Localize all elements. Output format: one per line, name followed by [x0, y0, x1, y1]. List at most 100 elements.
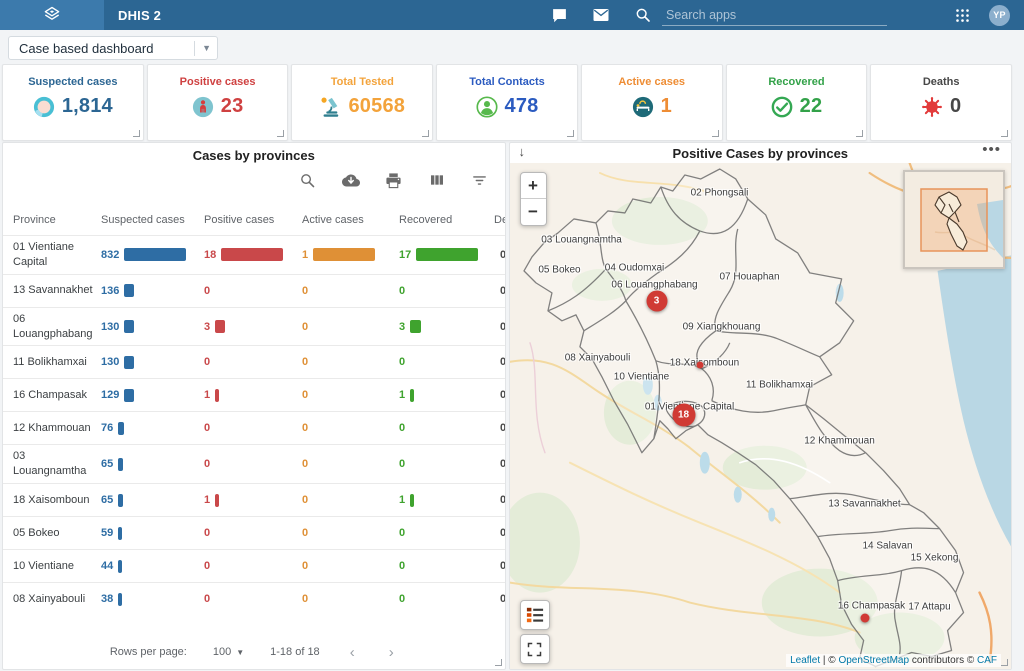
overview-minimap[interactable]	[903, 170, 1005, 269]
stat-card-total-contacts[interactable]: Total Contacts478	[436, 64, 578, 141]
download-icon[interactable]	[342, 171, 360, 189]
resize-handle[interactable]	[277, 130, 284, 137]
apps-grid-icon[interactable]	[949, 2, 975, 28]
messages-icon[interactable]	[546, 2, 572, 28]
resize-handle[interactable]	[495, 659, 502, 666]
case-cluster-marker[interactable]	[696, 362, 703, 369]
recovered-cell: 0	[399, 527, 494, 539]
column-header-deaths[interactable]: Deaths	[494, 214, 505, 226]
suspected-bar	[124, 284, 134, 297]
suspected-bar	[118, 527, 122, 540]
cases-table: ProvinceSuspected casesPositive casesAct…	[3, 203, 505, 634]
positive-bar	[215, 494, 219, 507]
next-page-button[interactable]: ›	[385, 644, 398, 661]
resize-handle[interactable]	[856, 130, 863, 137]
stat-card-positive-cases[interactable]: Positive cases23	[147, 64, 289, 141]
suspected-cell: 130	[101, 356, 204, 369]
cases-table-panel: Cases by provinces ProvinceSuspected cas…	[2, 142, 506, 670]
stat-card-deaths[interactable]: Deaths0	[870, 64, 1012, 141]
zoom-out-button[interactable]: −	[521, 199, 546, 225]
caf-link[interactable]: CAF	[977, 655, 997, 666]
column-header-active-cases[interactable]: Active cases	[302, 214, 399, 226]
stat-card-title: Suspected cases	[3, 76, 143, 88]
case-cluster-marker[interactable]	[860, 614, 869, 623]
case-cluster-marker[interactable]: 18	[672, 404, 695, 427]
map-label-04-oudomxai: 04 Oudomxai	[605, 263, 664, 274]
leaflet-link[interactable]: Leaflet	[790, 655, 820, 666]
fullscreen-button[interactable]	[520, 634, 550, 664]
search-input[interactable]	[662, 6, 887, 24]
legend-button[interactable]	[520, 600, 550, 630]
rows-per-page-select[interactable]: 100 ▼	[213, 646, 244, 658]
print-icon[interactable]	[385, 171, 403, 189]
column-header-suspected-cases[interactable]: Suspected cases	[101, 214, 204, 226]
columns-icon[interactable]	[428, 171, 446, 189]
suspected-bar	[118, 560, 122, 573]
dashboard-selector[interactable]: Case based dashboard ▼	[8, 36, 218, 60]
stat-card-recovered[interactable]: Recovered22	[726, 64, 868, 141]
suspected-cell: 76	[101, 422, 204, 435]
caret-down-icon: ▼	[236, 648, 244, 657]
positive-bar	[215, 320, 225, 333]
stat-card-value: 0	[950, 95, 961, 118]
stat-card-total-tested[interactable]: Total Tested60568	[291, 64, 433, 141]
recovered-cell: 0	[399, 458, 494, 470]
province-cell: 01 Vientiane Capital	[13, 240, 101, 270]
chevron-down-icon: ▼	[202, 43, 211, 53]
resize-handle[interactable]	[133, 130, 140, 137]
map-label-11-bolikhamxai: 11 Bolikhamxai	[746, 380, 813, 391]
active-cell: 0	[302, 560, 399, 572]
stat-cards-row: Suspected cases1,814Positive cases23Tota…	[2, 64, 1012, 141]
map-label-12-khammouan: 12 Khammouan	[804, 436, 875, 447]
prev-page-button[interactable]: ‹	[346, 644, 359, 661]
deaths-cell: 0	[494, 389, 505, 401]
download-arrow-icon[interactable]: ↓	[519, 144, 526, 159]
mail-icon[interactable]	[588, 2, 614, 28]
table-search-icon[interactable]	[299, 171, 317, 189]
search-apps-field	[662, 4, 887, 26]
map-label-06-louangphabang: 06 Louangphabang	[611, 280, 697, 291]
recovered-cell: 0	[399, 285, 494, 297]
column-header-positive-cases[interactable]: Positive cases	[204, 214, 302, 226]
deaths-cell: 0	[494, 527, 505, 539]
case-cluster-marker[interactable]: 3	[646, 291, 667, 312]
zoom-in-button[interactable]: +	[521, 173, 546, 199]
table-panel-title: Cases by provinces	[3, 143, 505, 163]
map-panel: ↓ Positive Cases by provinces •••	[509, 142, 1013, 670]
map-canvas[interactable]: 02 Phongsali03 Louangnamtha05 Bokeo04 Ou…	[510, 163, 1012, 669]
positive-cell: 0	[204, 458, 302, 470]
map-label-17-attapu: 17 Attapu	[908, 602, 950, 613]
column-header-recovered[interactable]: Recovered	[399, 214, 494, 226]
positive-cell: 1	[204, 389, 302, 402]
recovered-cell: 0	[399, 560, 494, 572]
stat-card-value: 1,814	[62, 95, 113, 118]
divider	[194, 41, 195, 56]
osm-link[interactable]: OpenStreetMap	[838, 655, 909, 666]
deaths-cell: 0	[494, 422, 505, 434]
stat-card-active-cases[interactable]: Active cases1	[581, 64, 723, 141]
suspected-ring-icon	[33, 96, 55, 118]
resize-handle[interactable]	[1001, 130, 1008, 137]
province-cell: 08 Xainyabouli	[13, 592, 101, 607]
province-cell: 18 Xaisomboun	[13, 493, 101, 508]
map-label-05-bokeo: 05 Bokeo	[538, 265, 580, 276]
resize-handle[interactable]	[567, 130, 574, 137]
active-cell: 0	[302, 494, 399, 506]
dashboard-selector-label: Case based dashboard	[19, 41, 180, 56]
map-label-16-champasak: 16 Champasak	[838, 601, 905, 612]
filter-icon[interactable]	[471, 171, 489, 189]
dhis2-logo[interactable]	[0, 0, 104, 30]
active-cell: 0	[302, 389, 399, 401]
resize-handle[interactable]	[1001, 659, 1008, 666]
active-cell: 0	[302, 285, 399, 297]
resize-handle[interactable]	[712, 130, 719, 137]
check-circle-icon	[771, 96, 793, 118]
more-options-icon[interactable]: •••	[982, 142, 1001, 158]
avatar[interactable]: YP	[989, 5, 1010, 26]
dashboard-bar: Case based dashboard ▼	[0, 30, 1024, 62]
column-header-province[interactable]: Province	[13, 214, 101, 226]
stat-card-suspected-cases[interactable]: Suspected cases 1,814	[2, 64, 144, 141]
province-cell: 12 Khammouan	[13, 421, 101, 436]
resize-handle[interactable]	[422, 130, 429, 137]
map-label-07-houaphan: 07 Houaphan	[719, 272, 779, 283]
